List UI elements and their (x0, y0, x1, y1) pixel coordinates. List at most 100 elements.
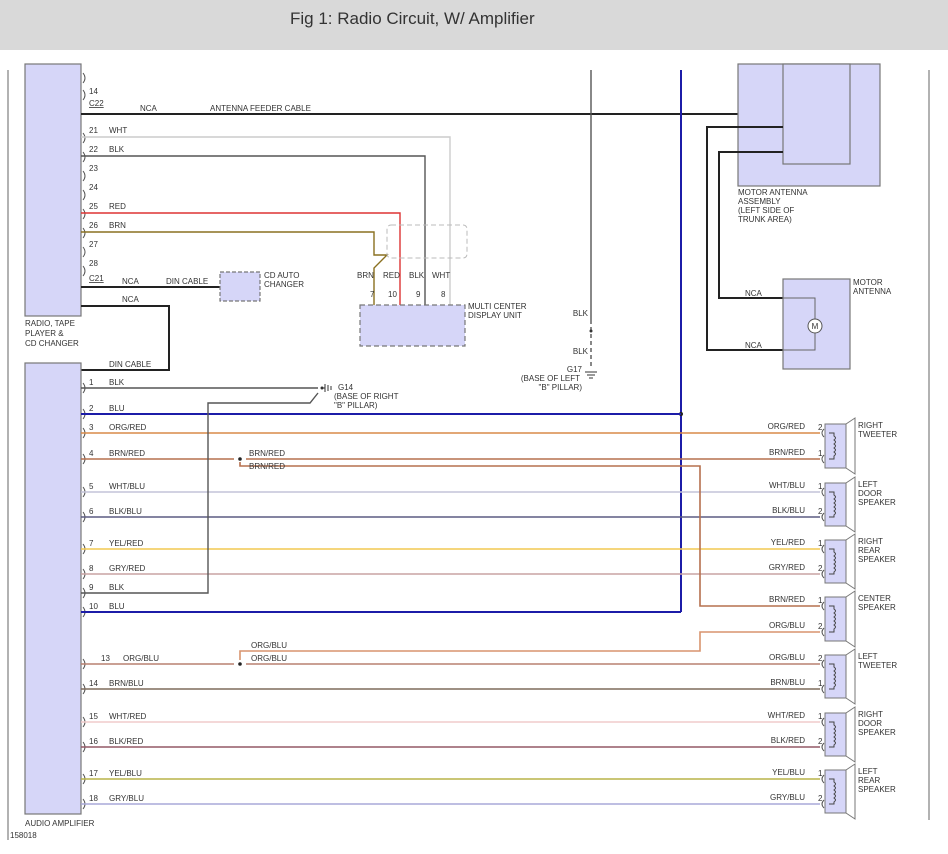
amp-pin-number: 3 (89, 423, 94, 432)
motor-antenna-assembly-label: (LEFT SIDE OF (738, 206, 794, 215)
motor-antenna-assembly-label: ASSEMBLY (738, 197, 781, 206)
speaker-horn-icon (845, 648, 856, 705)
speaker-right-door-speaker (821, 706, 856, 763)
speaker-wire-color-label: BRN/RED (769, 448, 805, 457)
speaker-horn-icon (845, 590, 856, 648)
splice-label: ORG/BLU (251, 641, 287, 650)
radio-pin-number: 24 (89, 183, 98, 192)
amp-pin-number: 4 (89, 449, 94, 458)
speaker-wire-color-label: BRN/BLU (770, 678, 805, 687)
motor-antenna-assembly-label: TRUNK AREA) (738, 215, 792, 224)
radio-pin-number: 27 (89, 240, 98, 249)
radio-wire-color-label: WHT (109, 126, 127, 135)
speaker-pin-number: 2 (818, 654, 823, 663)
connector-pin-icon (82, 72, 86, 84)
multi-center-display-unit-box (359, 304, 466, 347)
amp-pin-number: 1 (89, 378, 94, 387)
connector-dot (589, 329, 593, 333)
speaker-label: LEFT (858, 767, 878, 776)
speaker-pin-number: 1 (818, 596, 823, 605)
org-blu-to-center-speaker (239, 631, 820, 660)
radio-pin-number: 22 (89, 145, 98, 154)
display-wire-color-label: WHT (432, 271, 450, 280)
connector-pin-icon (82, 189, 86, 201)
amp-pin-number: 10 (89, 602, 98, 611)
radio-pin-number: 14 (89, 87, 98, 96)
amp-wire-color-label: BLK/BLU (109, 507, 142, 516)
connector-c21-label: C21 (89, 274, 104, 283)
amp-wire-color-label: ORG/RED (109, 423, 147, 432)
display-pin-number: 8 (441, 290, 446, 299)
motor-symbol: M (812, 322, 819, 331)
speaker-label: REAR (858, 776, 880, 785)
speaker-center-speaker (821, 590, 856, 648)
speaker-pin-number: 1 (818, 679, 823, 688)
speaker-pin-number: 2 (818, 564, 823, 573)
antenna-feeder-cable-label: ANTENNA FEEDER CABLE (210, 104, 311, 113)
connector-pin-icon (82, 89, 86, 101)
connector-pin-icon (82, 208, 86, 220)
amp-wire-color-label: BLK (109, 583, 125, 592)
radio-label: RADIO, TAPE (25, 319, 75, 328)
wiring-diagram: RADIO, TAPEPLAYER &CD CHANGER14C22NCA ANT… (7, 63, 930, 840)
ground-icon (585, 371, 597, 379)
radio-wire-color-label: BRN (109, 221, 126, 230)
speaker-label: LEFT (858, 480, 878, 489)
speaker-pin-number: 1 (818, 449, 823, 458)
speaker-horn-icon (845, 533, 856, 590)
splice-label: BRN/RED (249, 449, 285, 458)
speaker-label: SPEAKER (858, 785, 896, 794)
speaker-label: RIGHT (858, 710, 883, 719)
connector-dot (320, 386, 324, 390)
speaker-wire-color-label: GRY/BLU (770, 793, 805, 802)
radio-wire-color-label: BLK (109, 145, 125, 154)
motor-antenna-assembly-label: MOTOR ANTENNA (738, 188, 808, 197)
figure-id: 158018 (10, 831, 37, 840)
amp-wire-color-label: GRY/BLU (109, 794, 144, 803)
amp-pin-number: 16 (89, 737, 98, 746)
amp-pin-number: 7 (89, 539, 94, 548)
speaker-label: SPEAKER (858, 555, 896, 564)
speaker-horn-icon (845, 706, 856, 763)
speaker-pin-number: 2 (818, 794, 823, 803)
speaker-horn-icon (845, 763, 856, 820)
antenna-nca-label: NCA (140, 104, 158, 113)
radio-tape-cd-changer-box (24, 63, 82, 317)
speaker-label: SPEAKER (858, 728, 896, 737)
shielded-cable-icon (386, 224, 468, 259)
g17-label: (BASE OF LEFT (521, 374, 580, 383)
splice-dot (238, 662, 242, 666)
g14-label: G14 (338, 383, 354, 392)
amp-pin-number: 9 (89, 583, 94, 592)
speaker-right-rear-speaker (821, 533, 856, 590)
splice-dot (238, 457, 242, 461)
connector-pin-icon (82, 246, 86, 258)
connector-pin-icon (82, 170, 86, 182)
amp-wire-color-label: YEL/BLU (109, 769, 142, 778)
amp-wire-color-label: ORG/BLU (123, 654, 159, 663)
amp-wire-color-label: BLU (109, 404, 125, 413)
radio-pin-number: 26 (89, 221, 98, 230)
motor-antenna-label: MOTOR (853, 278, 883, 287)
speaker-pin-number: 2 (818, 507, 823, 516)
speaker-wire-color-label: ORG/BLU (769, 653, 805, 662)
speaker-label: TWEETER (858, 661, 897, 670)
speaker-label: LEFT (858, 652, 878, 661)
speaker-wire-color-label: WHT/BLU (769, 481, 805, 490)
speaker-label: SPEAKER (858, 603, 896, 612)
amp-pin-number: 13 (101, 654, 110, 663)
speaker-label: SPEAKER (858, 498, 896, 507)
amp-wire-color-label: BRN/RED (109, 449, 145, 458)
speaker-right-tweeter (821, 417, 856, 475)
ground-wire-label: BLK (573, 309, 589, 318)
amp-pin-number: 8 (89, 564, 94, 573)
amp-wire-color-label: WHT/RED (109, 712, 147, 721)
motor-antenna-assembly-inner (782, 63, 851, 165)
amp-pin-number: 2 (89, 404, 94, 413)
speaker-wire-color-label: BLK/RED (771, 736, 805, 745)
amp-pin-number: 18 (89, 794, 98, 803)
amp-pin-number: 6 (89, 507, 94, 516)
g17-label: G17 (567, 365, 583, 374)
amp-wire-color-label: GRY/RED (109, 564, 146, 573)
connector-pin-icon (82, 151, 86, 163)
